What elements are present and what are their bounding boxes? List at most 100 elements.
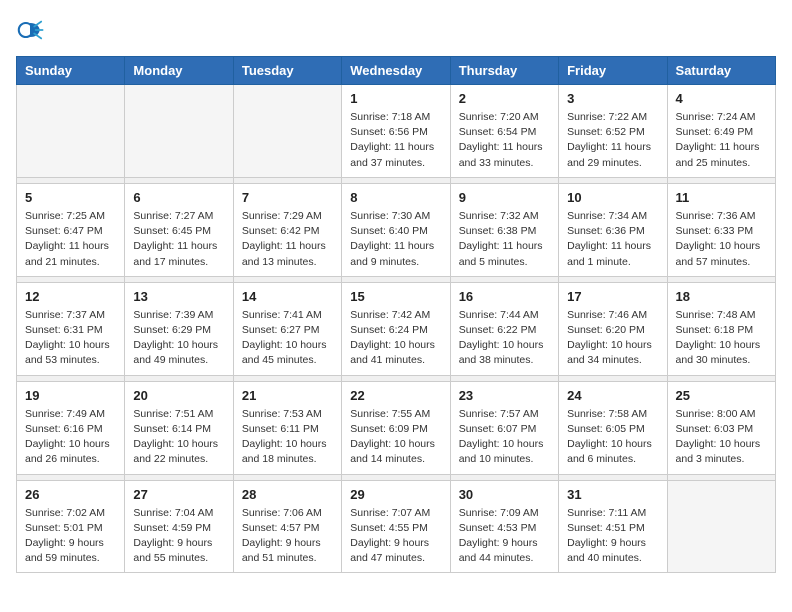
- calendar-cell: [667, 480, 775, 573]
- day-info: Sunrise: 7:32 AM Sunset: 6:38 PM Dayligh…: [459, 209, 550, 270]
- calendar-cell: 16 Sunrise: 7:44 AM Sunset: 6:22 PM Dayli…: [450, 282, 558, 375]
- calendar-cell: 24 Sunrise: 7:58 AM Sunset: 6:05 PM Dayli…: [559, 381, 667, 474]
- calendar-cell: 12 Sunrise: 7:37 AM Sunset: 6:31 PM Dayli…: [17, 282, 125, 375]
- day-info: Sunrise: 7:46 AM Sunset: 6:20 PM Dayligh…: [567, 308, 658, 369]
- day-info: Sunrise: 7:36 AM Sunset: 6:33 PM Dayligh…: [676, 209, 767, 270]
- day-info: Sunrise: 7:22 AM Sunset: 6:52 PM Dayligh…: [567, 110, 658, 171]
- calendar-cell: 9 Sunrise: 7:32 AM Sunset: 6:38 PM Daylig…: [450, 183, 558, 276]
- weekday-header: Tuesday: [233, 57, 341, 85]
- logo: [16, 16, 48, 44]
- weekday-header: Friday: [559, 57, 667, 85]
- calendar-week-row: 1 Sunrise: 7:18 AM Sunset: 6:56 PM Daylig…: [17, 85, 776, 178]
- calendar-cell: 2 Sunrise: 7:20 AM Sunset: 6:54 PM Daylig…: [450, 85, 558, 178]
- day-number: 29: [350, 487, 441, 502]
- day-info: Sunrise: 7:57 AM Sunset: 6:07 PM Dayligh…: [459, 407, 550, 468]
- day-info: Sunrise: 7:18 AM Sunset: 6:56 PM Dayligh…: [350, 110, 441, 171]
- day-number: 16: [459, 289, 550, 304]
- weekday-header: Wednesday: [342, 57, 450, 85]
- day-info: Sunrise: 7:25 AM Sunset: 6:47 PM Dayligh…: [25, 209, 116, 270]
- day-info: Sunrise: 7:39 AM Sunset: 6:29 PM Dayligh…: [133, 308, 224, 369]
- calendar-cell: 19 Sunrise: 7:49 AM Sunset: 6:16 PM Dayli…: [17, 381, 125, 474]
- calendar-cell: 22 Sunrise: 7:55 AM Sunset: 6:09 PM Dayli…: [342, 381, 450, 474]
- day-number: 24: [567, 388, 658, 403]
- day-number: 12: [25, 289, 116, 304]
- day-info: Sunrise: 7:42 AM Sunset: 6:24 PM Dayligh…: [350, 308, 441, 369]
- day-info: Sunrise: 7:37 AM Sunset: 6:31 PM Dayligh…: [25, 308, 116, 369]
- day-number: 8: [350, 190, 441, 205]
- day-info: Sunrise: 7:02 AM Sunset: 5:01 PM Dayligh…: [25, 506, 116, 567]
- day-number: 23: [459, 388, 550, 403]
- day-number: 26: [25, 487, 116, 502]
- calendar-table: SundayMondayTuesdayWednesdayThursdayFrid…: [16, 56, 776, 573]
- day-info: Sunrise: 7:41 AM Sunset: 6:27 PM Dayligh…: [242, 308, 333, 369]
- day-number: 13: [133, 289, 224, 304]
- day-number: 25: [676, 388, 767, 403]
- day-info: Sunrise: 7:53 AM Sunset: 6:11 PM Dayligh…: [242, 407, 333, 468]
- calendar-cell: 25 Sunrise: 8:00 AM Sunset: 6:03 PM Dayli…: [667, 381, 775, 474]
- day-info: Sunrise: 7:27 AM Sunset: 6:45 PM Dayligh…: [133, 209, 224, 270]
- calendar-cell: 29 Sunrise: 7:07 AM Sunset: 4:55 PM Dayli…: [342, 480, 450, 573]
- day-info: Sunrise: 7:51 AM Sunset: 6:14 PM Dayligh…: [133, 407, 224, 468]
- calendar-cell: 4 Sunrise: 7:24 AM Sunset: 6:49 PM Daylig…: [667, 85, 775, 178]
- weekday-header: Sunday: [17, 57, 125, 85]
- day-info: Sunrise: 7:44 AM Sunset: 6:22 PM Dayligh…: [459, 308, 550, 369]
- calendar-cell: 6Sunrise: 7:27 AM Sunset: 6:45 PM Daylig…: [125, 183, 233, 276]
- day-number: 14: [242, 289, 333, 304]
- calendar-cell: 31Sunrise: 7:11 AM Sunset: 4:51 PM Dayli…: [559, 480, 667, 573]
- day-number: 22: [350, 388, 441, 403]
- day-number: 19: [25, 388, 116, 403]
- day-number: 3: [567, 91, 658, 106]
- day-number: 15: [350, 289, 441, 304]
- calendar-cell: [233, 85, 341, 178]
- day-info: Sunrise: 8:00 AM Sunset: 6:03 PM Dayligh…: [676, 407, 767, 468]
- day-info: Sunrise: 7:34 AM Sunset: 6:36 PM Dayligh…: [567, 209, 658, 270]
- day-info: Sunrise: 7:49 AM Sunset: 6:16 PM Dayligh…: [25, 407, 116, 468]
- day-number: 30: [459, 487, 550, 502]
- calendar-cell: 27Sunrise: 7:04 AM Sunset: 4:59 PM Dayli…: [125, 480, 233, 573]
- day-number: 18: [676, 289, 767, 304]
- page-header: [16, 16, 776, 44]
- calendar-cell: 20Sunrise: 7:51 AM Sunset: 6:14 PM Dayli…: [125, 381, 233, 474]
- day-number: 31: [567, 487, 658, 502]
- calendar-cell: 5 Sunrise: 7:25 AM Sunset: 6:47 PM Daylig…: [17, 183, 125, 276]
- calendar-cell: 7Sunrise: 7:29 AM Sunset: 6:42 PM Daylig…: [233, 183, 341, 276]
- calendar-cell: 1 Sunrise: 7:18 AM Sunset: 6:56 PM Daylig…: [342, 85, 450, 178]
- day-number: 4: [676, 91, 767, 106]
- weekday-header: Monday: [125, 57, 233, 85]
- weekday-header: Saturday: [667, 57, 775, 85]
- day-info: Sunrise: 7:30 AM Sunset: 6:40 PM Dayligh…: [350, 209, 441, 270]
- calendar-cell: 15 Sunrise: 7:42 AM Sunset: 6:24 PM Dayli…: [342, 282, 450, 375]
- calendar-week-row: 19 Sunrise: 7:49 AM Sunset: 6:16 PM Dayli…: [17, 381, 776, 474]
- calendar-week-row: 12 Sunrise: 7:37 AM Sunset: 6:31 PM Dayli…: [17, 282, 776, 375]
- day-info: Sunrise: 7:58 AM Sunset: 6:05 PM Dayligh…: [567, 407, 658, 468]
- day-number: 17: [567, 289, 658, 304]
- day-info: Sunrise: 7:48 AM Sunset: 6:18 PM Dayligh…: [676, 308, 767, 369]
- calendar-cell: 8 Sunrise: 7:30 AM Sunset: 6:40 PM Daylig…: [342, 183, 450, 276]
- day-info: Sunrise: 7:06 AM Sunset: 4:57 PM Dayligh…: [242, 506, 333, 567]
- day-number: 2: [459, 91, 550, 106]
- day-number: 21: [242, 388, 333, 403]
- calendar-week-row: 26 Sunrise: 7:02 AM Sunset: 5:01 PM Dayli…: [17, 480, 776, 573]
- calendar-cell: 14 Sunrise: 7:41 AM Sunset: 6:27 PM Dayli…: [233, 282, 341, 375]
- calendar-header-row: SundayMondayTuesdayWednesdayThursdayFrid…: [17, 57, 776, 85]
- logo-icon: [16, 16, 44, 44]
- day-number: 1: [350, 91, 441, 106]
- day-info: Sunrise: 7:20 AM Sunset: 6:54 PM Dayligh…: [459, 110, 550, 171]
- day-number: 7: [242, 190, 333, 205]
- day-info: Sunrise: 7:55 AM Sunset: 6:09 PM Dayligh…: [350, 407, 441, 468]
- calendar-cell: 26 Sunrise: 7:02 AM Sunset: 5:01 PM Dayli…: [17, 480, 125, 573]
- day-info: Sunrise: 7:24 AM Sunset: 6:49 PM Dayligh…: [676, 110, 767, 171]
- calendar-cell: [125, 85, 233, 178]
- weekday-header: Thursday: [450, 57, 558, 85]
- day-number: 10: [567, 190, 658, 205]
- calendar-cell: 13 Sunrise: 7:39 AM Sunset: 6:29 PM Dayli…: [125, 282, 233, 375]
- day-info: Sunrise: 7:07 AM Sunset: 4:55 PM Dayligh…: [350, 506, 441, 567]
- day-info: Sunrise: 7:04 AM Sunset: 4:59 PM Dayligh…: [133, 506, 224, 567]
- day-number: 9: [459, 190, 550, 205]
- day-number: 11: [676, 190, 767, 205]
- day-number: 28: [242, 487, 333, 502]
- calendar-cell: 17 Sunrise: 7:46 AM Sunset: 6:20 PM Dayli…: [559, 282, 667, 375]
- day-number: 5: [25, 190, 116, 205]
- calendar-cell: [17, 85, 125, 178]
- calendar-cell: 3 Sunrise: 7:22 AM Sunset: 6:52 PM Daylig…: [559, 85, 667, 178]
